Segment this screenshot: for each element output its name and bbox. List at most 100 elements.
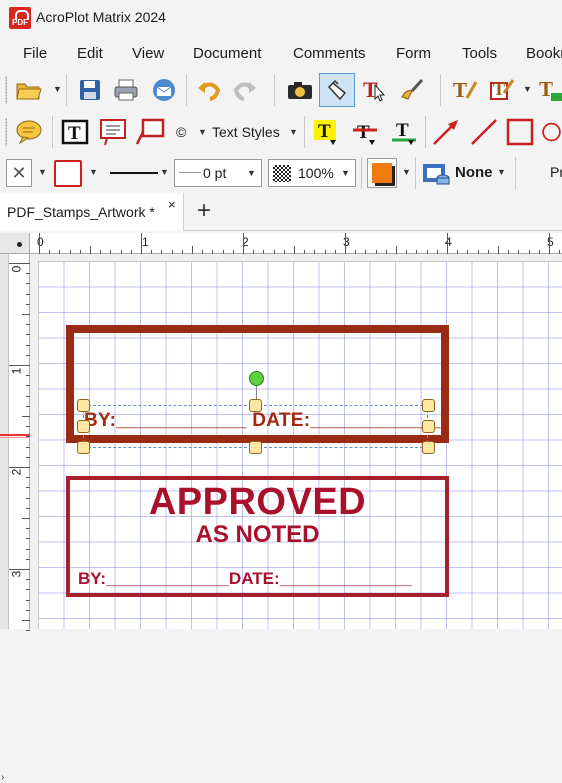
line-tool-icon[interactable] bbox=[469, 117, 499, 147]
fill-label-dropdown-icon[interactable]: ▼ bbox=[497, 167, 506, 177]
callout-box-icon[interactable] bbox=[135, 117, 165, 147]
fill-label[interactable]: None bbox=[455, 164, 493, 181]
new-tab-button[interactable]: + bbox=[190, 197, 218, 225]
text-box-icon[interactable]: T bbox=[60, 117, 90, 147]
menu-document[interactable]: Document bbox=[193, 45, 261, 62]
vertical-ruler[interactable]: 0 1 2 3 bbox=[0, 254, 30, 632]
edit-brush-icon[interactable] bbox=[397, 75, 427, 105]
stroke-color-dropdown-icon[interactable]: ▼ bbox=[89, 167, 98, 177]
menu-file[interactable]: File bbox=[23, 45, 47, 62]
ruler-tick bbox=[9, 263, 30, 264]
ruler-corner[interactable] bbox=[0, 233, 30, 254]
toolbar-grip[interactable] bbox=[5, 76, 9, 104]
snapshot-camera-icon[interactable] bbox=[285, 75, 315, 105]
menu-edit[interactable]: Edit bbox=[77, 45, 103, 62]
fill-color-dropdown-icon[interactable]: ▼ bbox=[402, 167, 411, 177]
ellipse-tool-icon[interactable] bbox=[541, 117, 562, 147]
text-markup-icon[interactable]: T bbox=[487, 75, 517, 105]
toolbar-grip[interactable] bbox=[5, 118, 9, 146]
text-styles-dropdown-icon[interactable]: ▼ bbox=[289, 127, 298, 137]
separator bbox=[415, 157, 416, 189]
document-tab-strip: PDF_Stamps_Artwork * × + bbox=[0, 193, 562, 231]
ruler-tick bbox=[396, 246, 397, 254]
ruler-tick bbox=[447, 233, 448, 254]
horizontal-ruler[interactable]: 0 1 2 3 4 5 bbox=[30, 233, 562, 254]
email-icon[interactable] bbox=[149, 75, 179, 105]
document-tab[interactable]: PDF_Stamps_Artwork * × bbox=[0, 193, 184, 231]
ruler-tick bbox=[9, 365, 30, 366]
svg-text:T: T bbox=[493, 79, 505, 99]
print-icon[interactable] bbox=[111, 75, 141, 105]
document-tab-label: PDF_Stamps_Artwork * bbox=[7, 204, 155, 220]
fill-color-swatch[interactable] bbox=[367, 158, 397, 188]
arrow-tool-icon[interactable] bbox=[431, 117, 461, 147]
symbol-button[interactable]: © bbox=[176, 124, 186, 140]
separator bbox=[274, 74, 275, 106]
separator bbox=[361, 157, 362, 189]
line-width-value: 0 pt bbox=[203, 165, 227, 181]
line-style-sample[interactable] bbox=[110, 172, 158, 174]
ruler-tick bbox=[9, 467, 30, 468]
line-width-dropdown-icon[interactable]: ▼ bbox=[247, 168, 256, 178]
symbol-dropdown-icon[interactable]: ▼ bbox=[198, 127, 207, 137]
resize-handle-n[interactable] bbox=[249, 399, 262, 412]
resize-handle-nw[interactable] bbox=[77, 399, 90, 412]
menu-comments[interactable]: Comments bbox=[293, 45, 366, 62]
ruler-label: 2 bbox=[9, 468, 24, 476]
open-dropdown-icon[interactable]: ▼ bbox=[53, 84, 62, 94]
separator bbox=[515, 157, 516, 189]
opacity-field[interactable]: 100% ▼ bbox=[268, 159, 356, 187]
line-style-dropdown-icon[interactable]: ▼ bbox=[160, 167, 169, 177]
markup-dropdown-icon[interactable]: ▼ bbox=[523, 84, 532, 94]
ruler-ticks bbox=[30, 233, 562, 254]
rectangle-tool-icon[interactable] bbox=[505, 117, 535, 147]
line-width-field[interactable]: 0 pt ▼ bbox=[174, 159, 262, 187]
fill-dropdown-icon[interactable]: ▼ bbox=[38, 167, 47, 177]
redo-icon[interactable] bbox=[230, 75, 260, 105]
opacity-dropdown-icon[interactable]: ▼ bbox=[341, 168, 350, 178]
text-styles-button[interactable]: Text Styles bbox=[212, 124, 280, 140]
note-comment-icon[interactable] bbox=[14, 117, 44, 147]
left-panel-gutter[interactable]: › bbox=[0, 254, 9, 783]
menu-bookmarks[interactable]: Bookr bbox=[526, 45, 562, 62]
properties-button[interactable]: Pr bbox=[550, 164, 562, 180]
resize-handle-ne[interactable] bbox=[422, 399, 435, 412]
menu-view[interactable]: View bbox=[132, 45, 164, 62]
stamp-subtitle: AS NOTED bbox=[195, 521, 320, 548]
underline-text-icon[interactable]: T bbox=[389, 117, 419, 147]
ruler-tick bbox=[549, 233, 550, 254]
undo-icon[interactable] bbox=[194, 75, 224, 105]
ruler-origin-dot-icon bbox=[17, 242, 22, 247]
callout-icon[interactable] bbox=[98, 117, 128, 147]
menu-tools[interactable]: Tools bbox=[462, 45, 497, 62]
opacity-checker-icon bbox=[273, 165, 291, 182]
svg-text:T: T bbox=[357, 122, 370, 143]
pan-hand-tool-icon[interactable] bbox=[319, 73, 355, 107]
text-color-icon[interactable]: T bbox=[537, 75, 562, 105]
no-fill-x-icon[interactable]: ✕ bbox=[6, 159, 32, 187]
ruler-tick bbox=[141, 233, 142, 254]
resize-handle-e[interactable] bbox=[422, 420, 435, 433]
line-width-sample bbox=[179, 172, 201, 173]
stroke-color-swatch[interactable] bbox=[54, 160, 82, 187]
save-icon[interactable] bbox=[75, 75, 105, 105]
close-tab-icon[interactable]: × bbox=[168, 197, 176, 212]
menu-form[interactable]: Form bbox=[396, 45, 431, 62]
resize-handle-sw[interactable] bbox=[77, 441, 90, 454]
menu-bar: File Edit View Document Comments Form To… bbox=[0, 40, 562, 68]
resize-handle-w[interactable] bbox=[77, 420, 90, 433]
ruler-tick bbox=[192, 246, 193, 254]
highlight-text-icon[interactable]: T bbox=[311, 117, 341, 147]
toolbar-annotations: T © ▼ Text Styles ▼ T T T bbox=[0, 112, 562, 152]
resize-handle-se[interactable] bbox=[422, 441, 435, 454]
rotate-handle-icon[interactable] bbox=[249, 371, 264, 386]
typewriter-icon[interactable]: T bbox=[450, 75, 480, 105]
select-text-icon[interactable]: T bbox=[360, 75, 390, 105]
stamp-title: APPROVED bbox=[148, 481, 367, 523]
open-folder-icon[interactable] bbox=[14, 75, 44, 105]
strikeout-text-icon[interactable]: T bbox=[350, 117, 380, 147]
stamp-database-icon[interactable] bbox=[421, 159, 451, 187]
expand-panel-arrow-icon[interactable]: › bbox=[1, 772, 4, 783]
ruler-tick bbox=[22, 620, 30, 621]
resize-handle-s[interactable] bbox=[249, 441, 262, 454]
